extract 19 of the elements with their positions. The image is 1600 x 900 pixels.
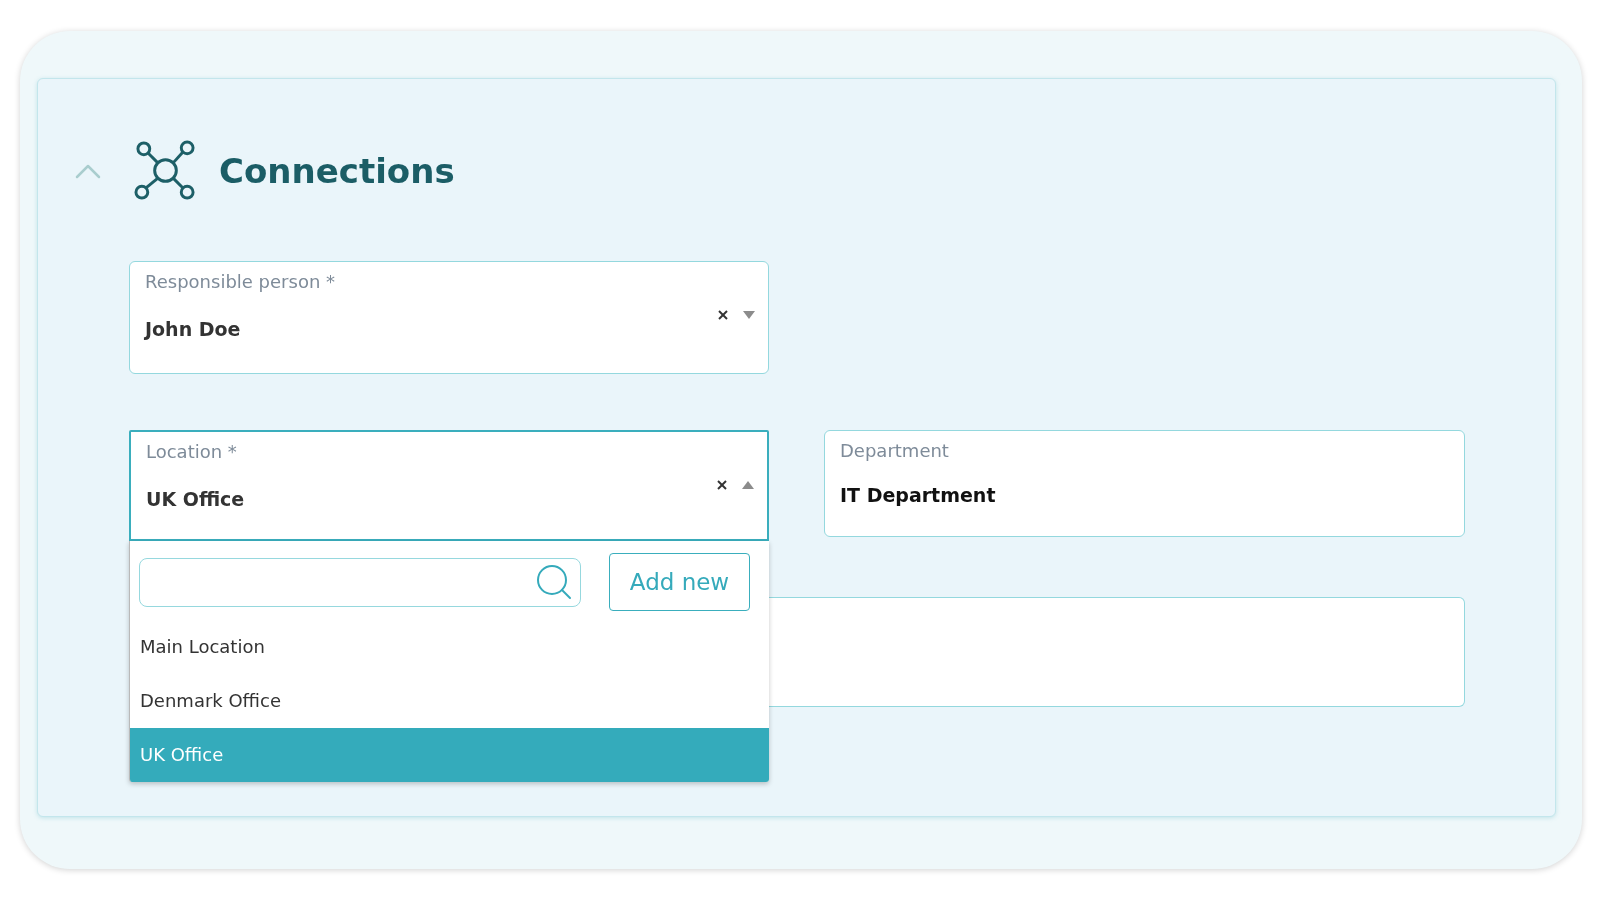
section-title: Connections — [219, 149, 455, 193]
dropdown-option[interactable]: Main Location — [130, 620, 769, 674]
select-field[interactable]: Location * UK Office — [129, 430, 769, 541]
caret-down-icon[interactable] — [743, 311, 755, 319]
field-value: John Doe — [145, 317, 241, 342]
search-icon[interactable] — [536, 564, 572, 600]
text-field[interactable] — [769, 597, 1465, 707]
clear-icon[interactable] — [718, 310, 728, 320]
clear-icon[interactable] — [717, 480, 727, 490]
text-field[interactable]: Department IT Department — [824, 430, 1465, 537]
field-label: Responsible person * — [145, 270, 336, 294]
select-field[interactable]: Responsible person * John Doe — [129, 261, 769, 374]
field-value: UK Office — [146, 487, 245, 512]
dropdown-option[interactable]: Denmark Office — [130, 674, 769, 728]
field-value: IT Department — [840, 483, 996, 508]
field-label: Department — [840, 439, 949, 463]
search-field[interactable] — [139, 557, 581, 607]
field-label: Location * — [146, 440, 237, 464]
caret-up-icon[interactable] — [742, 481, 754, 489]
